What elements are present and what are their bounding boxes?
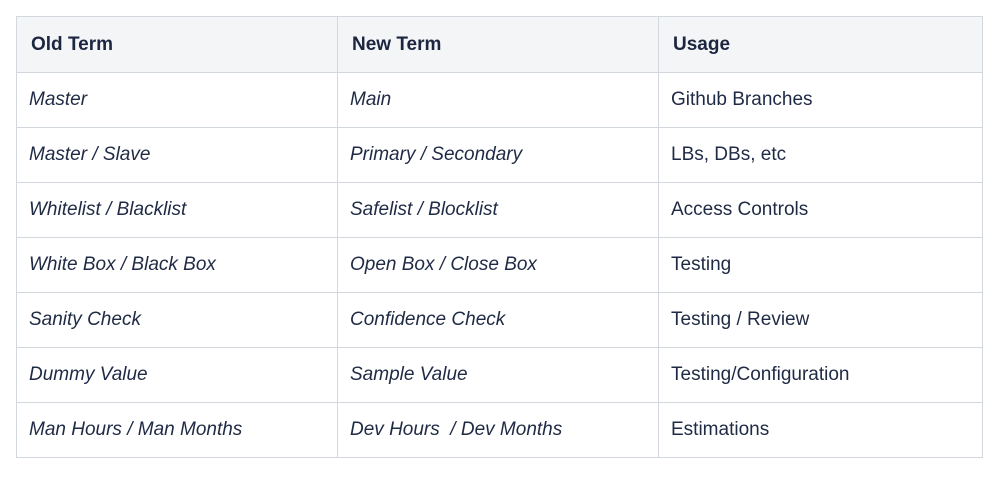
table-body: Master Main Github Branches Master / Sla… [16,72,983,458]
old-term-cell: Dummy Value [16,347,338,403]
table-row: Master Main Github Branches [16,72,983,128]
table-row: Master / Slave Primary / Secondary LBs, … [16,127,983,183]
usage-cell: Estimations [658,402,983,458]
old-term-cell: White Box / Black Box [16,237,338,293]
header-row: Old Term New Term Usage [16,16,983,73]
terminology-table: Old Term New Term Usage Master Main Gith… [16,16,983,458]
table-row: White Box / Black Box Open Box / Close B… [16,237,983,293]
table-row: Whitelist / Blacklist Safelist / Blockli… [16,182,983,238]
old-term-cell: Whitelist / Blacklist [16,182,338,238]
usage-cell: Testing [658,237,983,293]
old-term-cell: Man Hours / Man Months [16,402,338,458]
old-term-cell: Sanity Check [16,292,338,348]
table-header: Old Term New Term Usage [16,16,983,73]
table-row: Sanity Check Confidence Check Testing / … [16,292,983,348]
new-term-cell: Sample Value [337,347,659,403]
new-term-cell: Primary / Secondary [337,127,659,183]
old-term-cell: Master / Slave [16,127,338,183]
usage-cell: LBs, DBs, etc [658,127,983,183]
new-term-cell: Open Box / Close Box [337,237,659,293]
header-old-term: Old Term [16,16,338,73]
usage-cell: Access Controls [658,182,983,238]
table-row: Man Hours / Man Months Dev Hours / Dev M… [16,402,983,458]
header-usage: Usage [658,16,983,73]
new-term-cell: Dev Hours / Dev Months [337,402,659,458]
new-term-cell: Main [337,72,659,128]
table-row: Dummy Value Sample Value Testing/Configu… [16,347,983,403]
new-term-cell: Safelist / Blocklist [337,182,659,238]
usage-cell: Testing / Review [658,292,983,348]
terminology-table-container: Old Term New Term Usage Master Main Gith… [16,16,983,458]
usage-cell: Testing/Configuration [658,347,983,403]
old-term-cell: Master [16,72,338,128]
header-new-term: New Term [337,16,659,73]
usage-cell: Github Branches [658,72,983,128]
new-term-cell: Confidence Check [337,292,659,348]
